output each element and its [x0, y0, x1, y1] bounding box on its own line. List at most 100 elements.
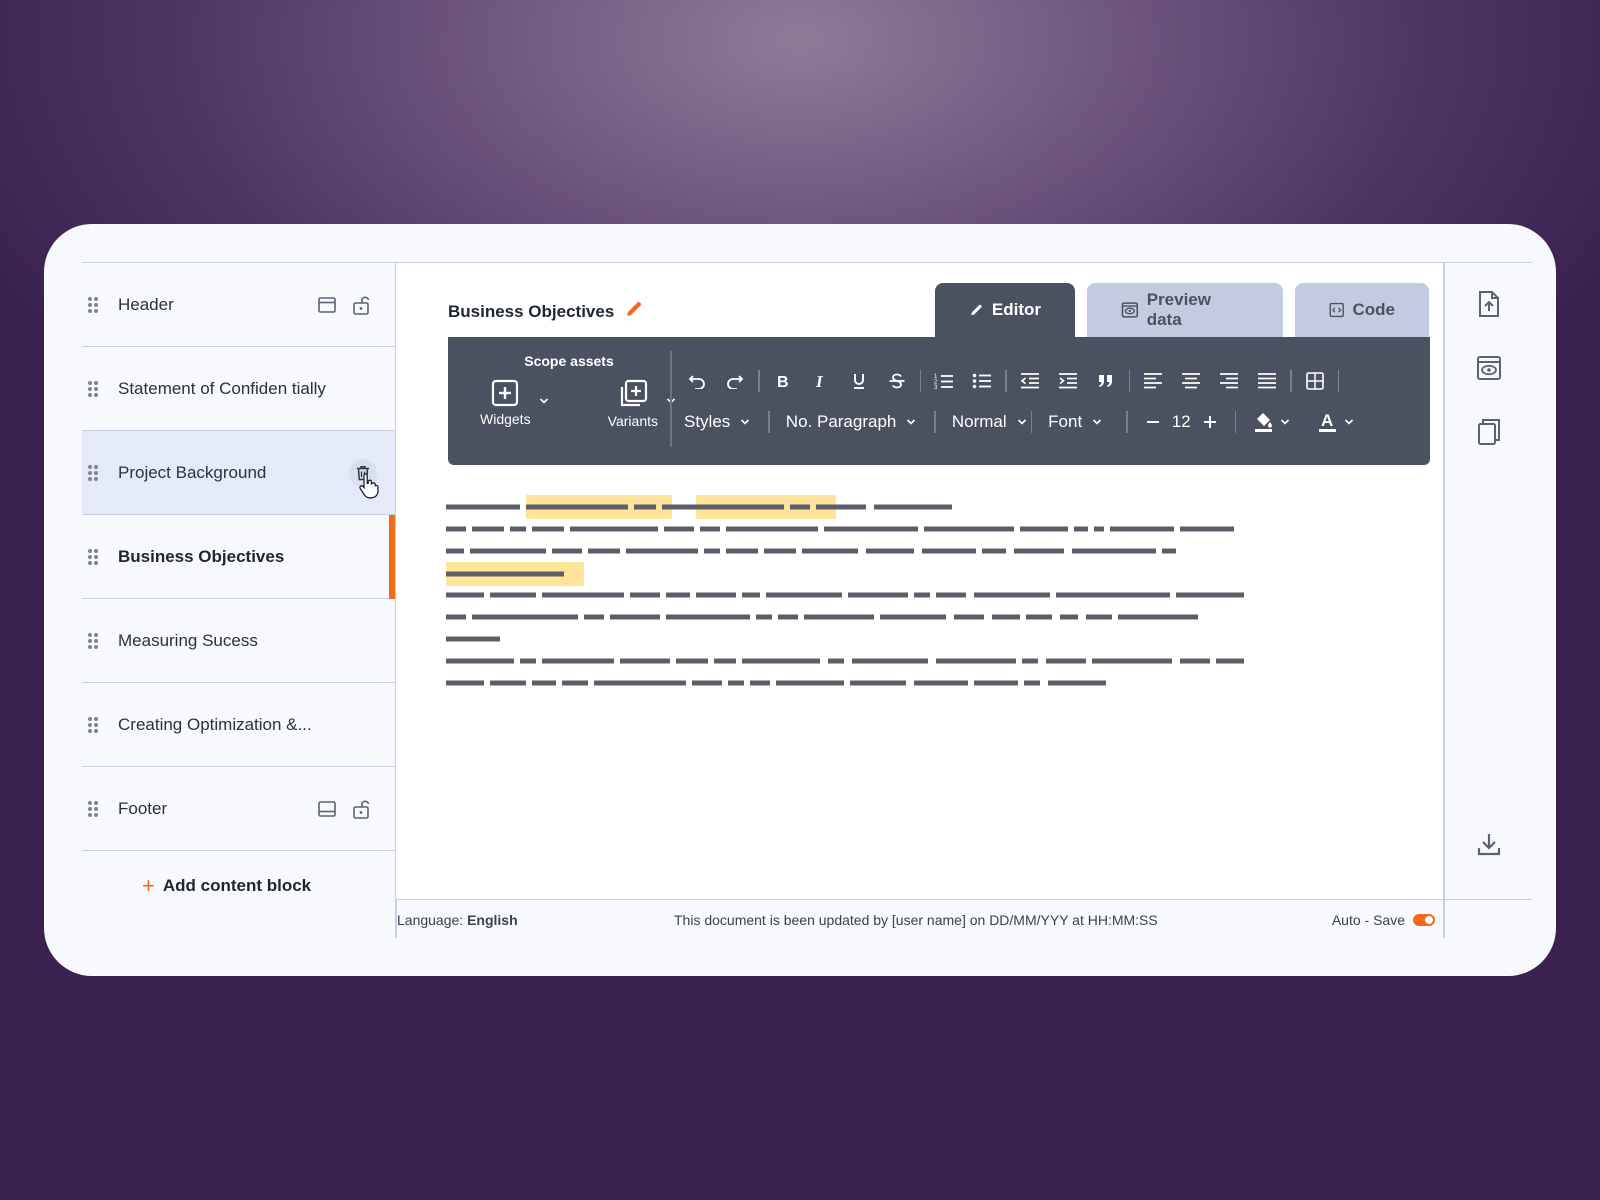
- table-icon[interactable]: [1296, 367, 1334, 395]
- toolbar-separator: [1126, 411, 1128, 433]
- layout-header-icon[interactable]: [317, 295, 337, 315]
- sidebar-item-measuring-success[interactable]: Measuring Sucess: [82, 599, 395, 683]
- italic-icon[interactable]: I: [802, 367, 840, 395]
- chevron-down-icon[interactable]: [539, 397, 549, 405]
- preview-icon: [1121, 302, 1139, 318]
- text-color-dropdown[interactable]: A: [1304, 411, 1368, 433]
- strikethrough-icon[interactable]: [878, 367, 916, 395]
- delete-button[interactable]: [349, 458, 379, 498]
- drag-handle-icon[interactable]: [88, 716, 98, 733]
- copy-icon[interactable]: [1474, 417, 1504, 447]
- sidebar-item-confidentiality[interactable]: Statement of Confiden tially: [82, 347, 395, 431]
- plus-icon: +: [142, 873, 155, 898]
- svg-text:A: A: [1321, 411, 1333, 430]
- font-size-value[interactable]: 12: [1172, 412, 1191, 432]
- redo-icon[interactable]: [716, 367, 754, 395]
- language-value: English: [467, 912, 518, 928]
- sidebar-item-header[interactable]: Header: [82, 263, 395, 347]
- autosave-label: Auto - Save: [1331, 912, 1405, 928]
- toolbar-separator: [1128, 370, 1130, 392]
- styles-label: Styles: [684, 412, 731, 431]
- sidebar-item-label: Business Objectives: [118, 546, 285, 566]
- drag-handle-icon[interactable]: [88, 548, 98, 565]
- text-style-label: Normal: [951, 412, 1007, 431]
- align-right-icon[interactable]: [1210, 367, 1248, 395]
- drag-handle-icon[interactable]: [88, 380, 98, 397]
- language-selector[interactable]: Language: English: [397, 912, 518, 928]
- highlight-color-dropdown[interactable]: [1240, 411, 1304, 433]
- chevron-down-icon: [1093, 419, 1102, 425]
- document-body[interactable]: [446, 495, 1266, 695]
- toolbar-divider: [670, 351, 672, 447]
- download-icon[interactable]: [1474, 829, 1504, 859]
- toolbar-separator: [1030, 411, 1033, 433]
- chevron-down-icon: [741, 419, 750, 425]
- tab-preview-data[interactable]: Preview data: [1087, 283, 1283, 337]
- sidebar-item-footer[interactable]: Footer: [82, 767, 395, 851]
- drag-handle-icon[interactable]: [88, 296, 98, 313]
- numbered-list-icon[interactable]: 123: [925, 367, 963, 395]
- placeholder-text-lines: [446, 504, 1244, 686]
- bold-icon[interactable]: B: [764, 367, 802, 395]
- underline-icon[interactable]: [840, 367, 878, 395]
- export-icon[interactable]: [1474, 289, 1504, 319]
- paragraph-label: No. Paragraph: [785, 412, 897, 431]
- toolbar-separator: [1337, 370, 1339, 392]
- autosave-control: Auto - Save: [1332, 912, 1435, 928]
- plus-icon[interactable]: [1203, 415, 1217, 429]
- quote-icon[interactable]: [1087, 367, 1125, 395]
- align-justify-icon[interactable]: [1248, 367, 1286, 395]
- editor-panel: Business Objectives Editor Preview data …: [396, 263, 1443, 899]
- tab-code[interactable]: Code: [1295, 283, 1429, 337]
- drag-handle-icon[interactable]: [88, 800, 98, 817]
- code-icon: [1329, 302, 1344, 318]
- chevron-down-icon: [1017, 419, 1026, 425]
- unlock-icon[interactable]: [351, 799, 371, 819]
- add-widget-icon: [492, 379, 519, 407]
- preview-icon[interactable]: [1474, 353, 1504, 383]
- svg-text:I: I: [815, 373, 824, 389]
- undo-icon[interactable]: [678, 367, 716, 395]
- widgets-label: Widgets: [480, 411, 531, 427]
- widgets-button[interactable]: Widgets: [480, 379, 548, 429]
- chevron-down-icon: [907, 419, 916, 425]
- paragraph-dropdown[interactable]: No. Paragraph: [774, 412, 931, 432]
- svg-text:3: 3: [934, 385, 938, 390]
- sidebar-item-optimization[interactable]: Creating Optimization &...: [82, 683, 395, 767]
- right-rail: [1444, 263, 1532, 899]
- add-content-block-button[interactable]: + Add content block: [142, 875, 311, 897]
- styles-dropdown[interactable]: Styles: [684, 412, 764, 432]
- add-variant-icon: [620, 379, 647, 407]
- document-title-text: Business Objectives: [448, 301, 615, 321]
- toolbar-separator: [919, 370, 921, 392]
- minus-icon[interactable]: [1146, 415, 1160, 429]
- align-center-icon[interactable]: [1172, 367, 1210, 395]
- variants-button[interactable]: Variants: [607, 379, 676, 429]
- sidebar-item-label: Footer: [118, 798, 168, 818]
- drag-handle-icon[interactable]: [88, 632, 98, 649]
- indent-icon[interactable]: [1049, 367, 1087, 395]
- tab-editor[interactable]: Editor: [935, 283, 1075, 337]
- layout-footer-icon[interactable]: [317, 799, 337, 819]
- sidebar-item-label: Header: [118, 294, 174, 314]
- align-left-icon[interactable]: [1134, 367, 1172, 395]
- drag-handle-icon[interactable]: [88, 464, 98, 481]
- scope-assets: Scope assets Widgets Variants: [476, 353, 676, 429]
- toolbar-separator: [768, 411, 770, 433]
- formatting-toolbar: Scope assets Widgets Variants B I 1 2 3 …: [448, 337, 1430, 465]
- view-tabs: Editor Preview data Code: [935, 283, 1429, 337]
- outdent-icon[interactable]: [1011, 367, 1049, 395]
- autosave-toggle[interactable]: [1413, 914, 1435, 926]
- text-style-dropdown[interactable]: Normal: [940, 412, 1027, 432]
- unlock-icon[interactable]: [351, 295, 371, 315]
- sidebar-item-label: Project Background: [118, 462, 267, 482]
- toolbar-separator: [1290, 370, 1292, 392]
- font-dropdown[interactable]: Font: [1036, 412, 1122, 432]
- toolbar-separator: [1005, 370, 1007, 392]
- tab-editor-label: Editor: [991, 300, 1041, 319]
- sidebar-item-project-background[interactable]: Project Background: [82, 431, 395, 515]
- sidebar-item-business-objectives[interactable]: Business Objectives: [82, 515, 395, 599]
- variants-label: Variants: [607, 413, 658, 429]
- edit-title-icon[interactable]: [624, 299, 644, 324]
- bullet-list-icon[interactable]: [963, 367, 1001, 395]
